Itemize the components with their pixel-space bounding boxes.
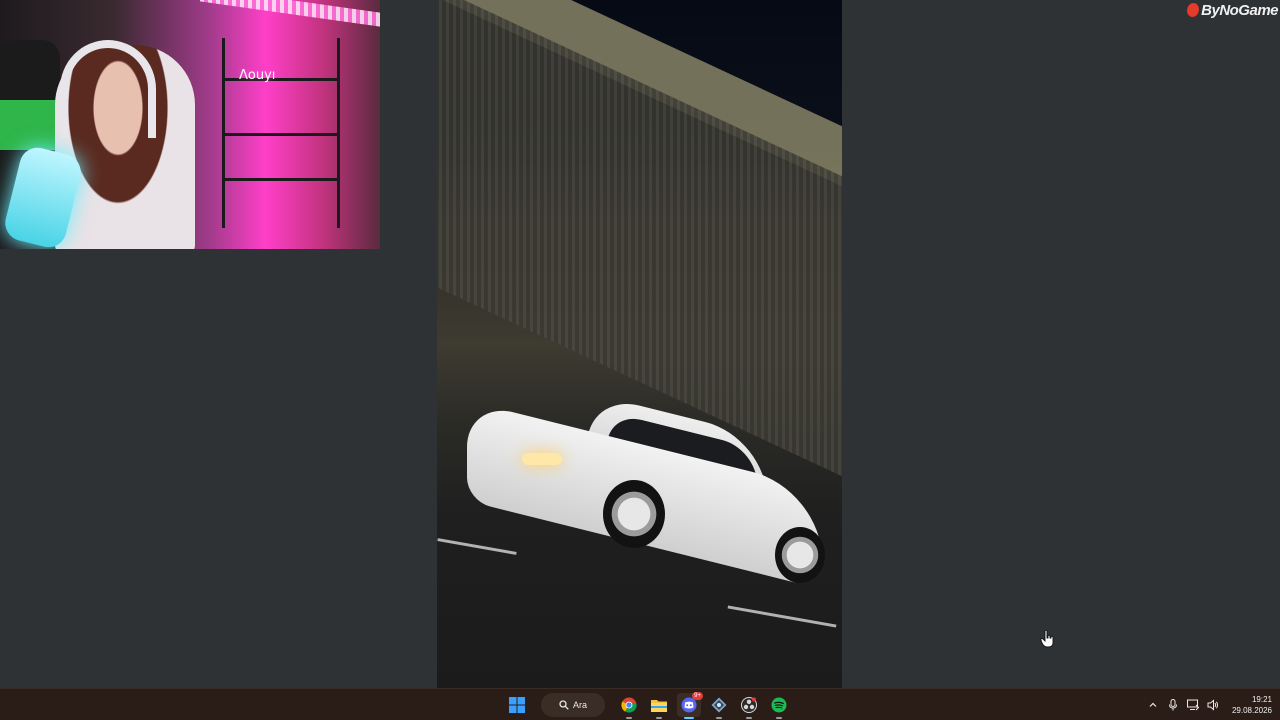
tray-microphone[interactable] [1166, 698, 1180, 712]
monitor-network-icon [1186, 699, 1199, 710]
webcam-overlay: Λouyı [0, 0, 380, 249]
taskbar-spotify[interactable] [767, 693, 791, 719]
taskbar-apps: Ara 9+ [505, 692, 791, 719]
headphones [60, 40, 156, 138]
taskbar: Ara 9+ 19:21 29.08.2026 [0, 688, 1280, 720]
windows-start-icon [509, 697, 525, 713]
active-indicator [684, 717, 694, 719]
taskbar-search[interactable]: Ara [541, 693, 605, 717]
discord-badge: 9+ [692, 692, 703, 700]
search-icon [559, 700, 569, 710]
obs-icon [741, 697, 757, 713]
spotify-icon [771, 697, 787, 713]
vpn-app-icon [711, 697, 727, 713]
car-headlight [522, 453, 562, 465]
search-label: Ara [572, 700, 587, 710]
logo-mark-icon [1185, 3, 1201, 17]
car-wheel-front [603, 480, 665, 548]
road-marking [727, 605, 837, 628]
microphone-icon [1168, 698, 1177, 710]
running-indicator [716, 717, 722, 719]
taskbar-file-explorer[interactable] [647, 693, 671, 719]
speaker-icon [1207, 698, 1219, 711]
chevron-up-icon [1149, 702, 1157, 707]
taskbar-discord[interactable]: 9+ [677, 692, 703, 719]
led-strip [200, 0, 380, 27]
video-player[interactable] [437, 0, 842, 688]
logo-text: ByNoGame [1201, 1, 1278, 19]
taskbar-vpn-app[interactable] [707, 693, 731, 719]
watermark-logo: ByNoGame [1185, 0, 1280, 20]
tray-network[interactable] [1186, 698, 1200, 712]
hand-cursor-icon [1040, 630, 1054, 648]
neon-shelf: Λouyı [222, 38, 340, 228]
taskbar-clock[interactable]: 19:21 29.08.2026 [1232, 694, 1272, 716]
clock-time: 19:21 [1251, 694, 1272, 704]
desktop: Λouyı ByNoGame [0, 0, 1280, 688]
running-indicator [626, 717, 632, 719]
tray-volume[interactable] [1206, 698, 1220, 712]
running-indicator [656, 717, 662, 719]
car-wheel-rear [775, 527, 825, 583]
chrome-icon [621, 697, 637, 713]
tray-overflow-button[interactable] [1146, 698, 1160, 712]
car [467, 392, 827, 590]
running-indicator [776, 717, 782, 719]
running-indicator [746, 717, 752, 719]
taskbar-obs[interactable] [737, 693, 761, 719]
start-button[interactable] [505, 693, 529, 717]
file-explorer-icon [651, 700, 667, 712]
system-tray: 19:21 29.08.2026 [1146, 689, 1280, 720]
taskbar-chrome[interactable] [617, 693, 641, 719]
neon-sign: Λouyı [239, 68, 276, 83]
clock-date: 29.08.2026 [1231, 705, 1272, 715]
